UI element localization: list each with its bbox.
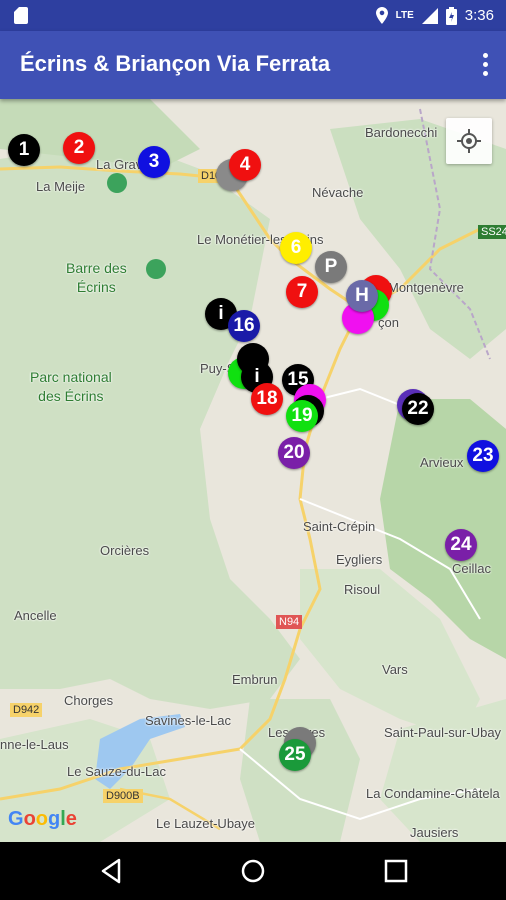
place-label: Risoul [344,582,381,597]
signal-icon [421,7,438,24]
place-label: Névache [312,185,364,200]
sd-card-icon [14,7,28,24]
location-icon [375,7,388,24]
my-location-button[interactable] [446,118,492,164]
place-label: Arvieux [420,455,464,470]
place-label: Eygliers [336,552,383,567]
back-icon[interactable] [97,856,127,886]
marker-23[interactable]: 23 [467,440,499,472]
marker-parking[interactable]: P [315,251,347,283]
place-label: Ancelle [14,608,57,623]
home-icon[interactable] [238,856,268,886]
place-label: Saint-Paul-sur-Ubay [384,725,502,740]
marker-19[interactable]: 19 [286,400,318,432]
road-shield-d900b: D900B [103,789,143,803]
app-title: Écrins & Briançon Via Ferrata [20,51,331,76]
place-label: Le Lauzet-Ubaye [156,816,256,831]
place-label: Vars [382,662,408,677]
battery-icon [445,6,457,25]
place-label: Le Sauze-du-Lac [67,764,167,779]
clock: 3:36 [464,7,494,24]
park-label-ecrins: Parc national des Écrins [30,369,112,404]
place-label: Embrun [232,672,278,687]
mountain-icon [146,259,166,279]
marker-6[interactable]: 6 [280,232,312,264]
overflow-menu-icon[interactable] [478,51,492,79]
google-logo: Google [8,808,77,830]
place-label: Saint-Crépin [303,519,376,534]
app-bar: Écrins & Briançon Via Ferrata [0,31,506,99]
place-label: Montgenèvre [388,280,464,295]
place-label: Ceillac [452,561,492,576]
marker-hotel[interactable]: H [346,280,378,312]
marker-7[interactable]: 7 [286,276,318,308]
place-label: Savines-le-Lac [145,713,231,728]
status-icons: LTE 3:36 [375,5,494,26]
road-shield-d942: D942 [10,703,43,717]
lte-label: LTE [395,10,414,21]
mountain-icon [107,173,127,193]
road-shield-ss24: SS24 [478,225,506,239]
place-label: Chorges [64,693,114,708]
place-label: La Condamine-Châtela [366,786,500,801]
road-shield-n94: N94 [276,615,303,629]
status-bar: LTE 3:36 [0,0,506,31]
marker-18[interactable]: 18 [251,383,283,415]
marker-4[interactable]: 4 [229,149,261,181]
marker-3[interactable]: 3 [138,146,170,178]
place-label: La Meije [36,179,86,194]
marker-24[interactable]: 24 [445,529,477,561]
marker-20[interactable]: 20 [278,437,310,469]
marker-2[interactable]: 2 [63,132,95,164]
map-view[interactable]: D1091 SS24 N94 D942 D900B Bardonecchi La… [0,99,506,842]
marker-25[interactable]: 25 [279,739,311,771]
crosshair-icon [457,129,481,153]
navigation-bar [0,842,506,900]
place-label: Jausiers [410,825,459,840]
marker-16[interactable]: 16 [228,310,260,342]
place-label: nne-le-Laus [0,737,69,752]
place-label: Bardonecchi [365,125,438,140]
park-label-barre: Barre des Écrins [66,260,127,295]
marker-1[interactable]: 1 [8,134,40,166]
marker-22[interactable]: 22 [402,393,434,425]
place-label: Orcières [100,543,150,558]
recents-icon[interactable] [381,856,411,886]
